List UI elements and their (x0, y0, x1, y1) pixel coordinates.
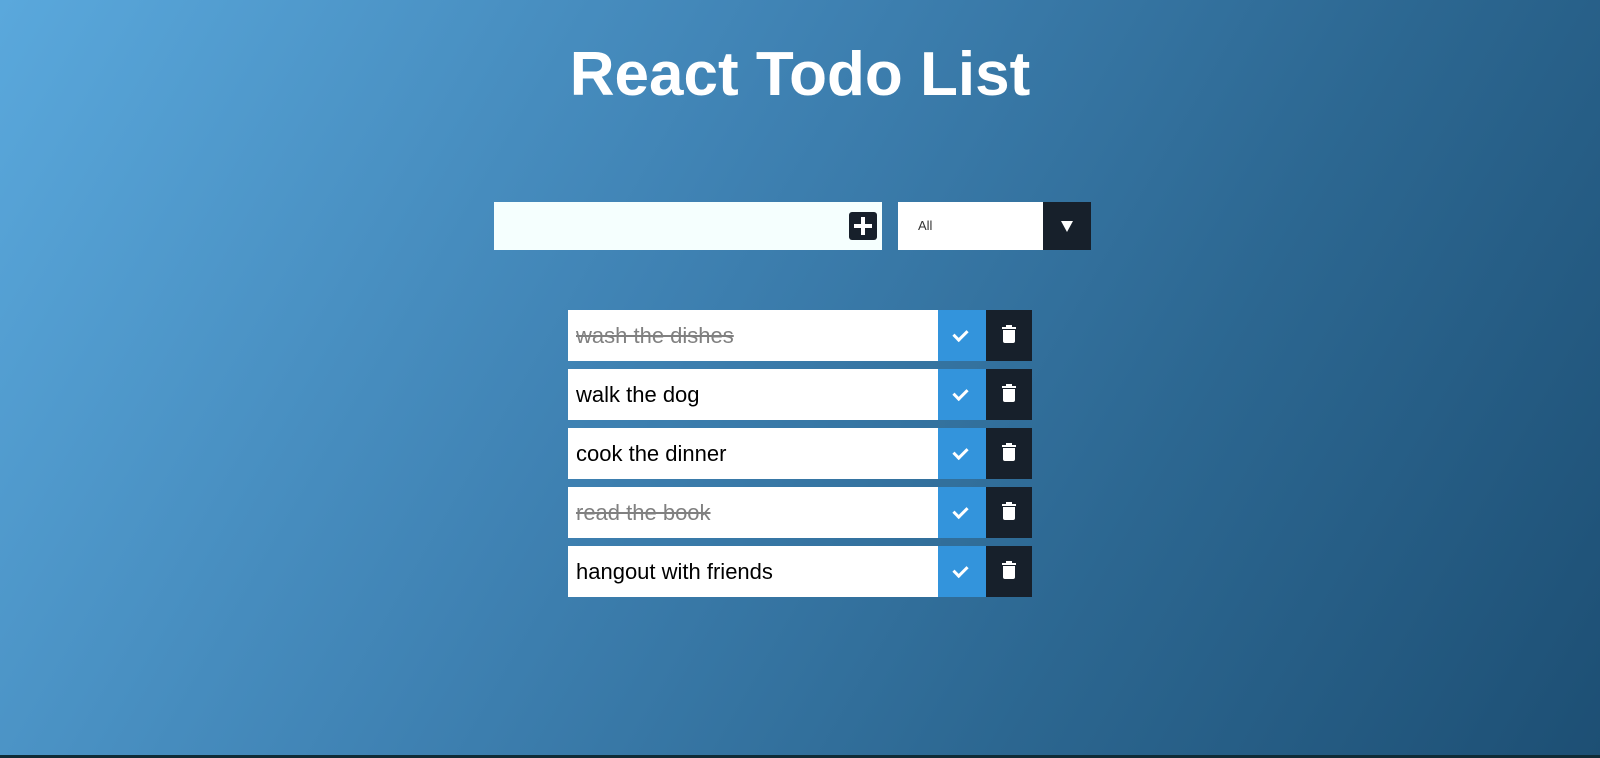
complete-button[interactable] (938, 369, 986, 420)
delete-button[interactable] (986, 487, 1032, 538)
trash-icon-lid (1002, 327, 1016, 329)
check-icon (952, 384, 969, 402)
delete-button[interactable] (986, 428, 1032, 479)
todo-text: wash the dishes (568, 310, 938, 361)
filter-select[interactable]: All (898, 202, 1091, 250)
caret-down-icon (1061, 221, 1073, 232)
check-icon (952, 325, 969, 343)
trash-icon-lid (1002, 563, 1016, 565)
trash-icon-body (1003, 330, 1015, 343)
todo-item: hangout with friends (568, 546, 1032, 597)
todo-text: hangout with friends (568, 546, 938, 597)
todo-text: read the book (568, 487, 938, 538)
todo-item: wash the dishes (568, 310, 1032, 361)
todo-item: cook the dinner (568, 428, 1032, 479)
complete-button[interactable] (938, 310, 986, 361)
complete-button[interactable] (938, 428, 986, 479)
filter-selected-value: All (918, 218, 933, 233)
trash-icon-body (1003, 566, 1015, 579)
add-todo-button[interactable] (849, 212, 877, 240)
trash-icon-lid (1002, 445, 1016, 447)
trash-icon-lid (1002, 386, 1016, 388)
delete-button[interactable] (986, 310, 1032, 361)
todo-item: walk the dog (568, 369, 1032, 420)
trash-icon-body (1003, 448, 1015, 461)
todo-text: cook the dinner (568, 428, 938, 479)
trash-icon-body (1003, 389, 1015, 402)
delete-button[interactable] (986, 369, 1032, 420)
filter-dropdown-button[interactable] (1043, 202, 1091, 250)
complete-button[interactable] (938, 546, 986, 597)
delete-button[interactable] (986, 546, 1032, 597)
todo-item: read the book (568, 487, 1032, 538)
page-title: React Todo List (569, 40, 1031, 109)
complete-button[interactable] (938, 487, 986, 538)
check-icon (952, 561, 969, 579)
todo-input[interactable] (494, 202, 834, 250)
check-icon (952, 443, 969, 461)
todo-input-wrapper (494, 202, 882, 250)
todo-text: walk the dog (568, 369, 938, 420)
trash-icon-lid (1002, 504, 1016, 506)
trash-icon-body (1003, 507, 1015, 520)
todo-list: wash the dishes walk the dog cook the di… (568, 310, 1032, 605)
todo-form: All (494, 202, 1091, 250)
check-icon (952, 502, 969, 520)
plus-square-icon-bar (854, 224, 872, 228)
